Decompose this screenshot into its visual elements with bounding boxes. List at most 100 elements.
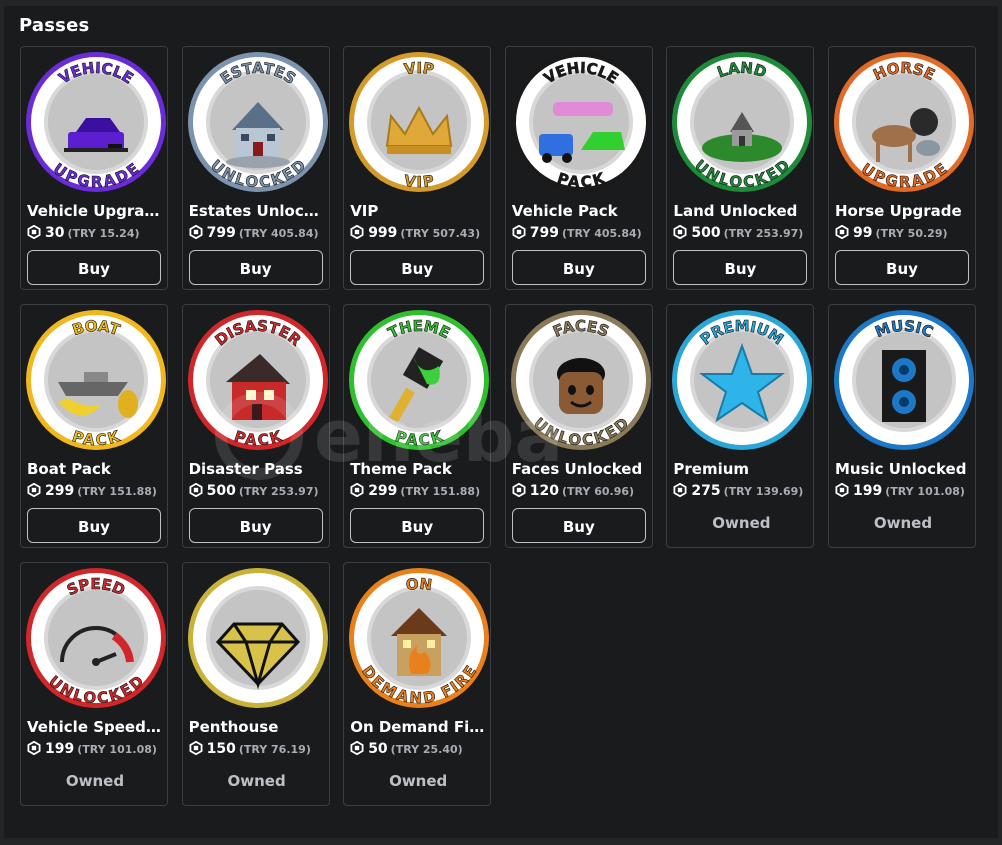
pass-badge-image: PREMIUM: [672, 310, 813, 450]
robux-icon: [189, 225, 203, 239]
pass-badge-image: LAND UNLOCKED: [672, 52, 813, 192]
local-price: (TRY 25.40): [390, 743, 463, 756]
robux-icon: [835, 483, 849, 497]
owned-label: Owned: [227, 772, 286, 790]
robux-amount: 199: [853, 483, 883, 499]
robux-icon: [27, 483, 41, 497]
pass-price: 299 (TRY 151.88): [27, 483, 157, 499]
local-price: (TRY 151.88): [400, 485, 481, 498]
buy-button[interactable]: Buy: [835, 250, 969, 285]
pass-price: 799 (TRY 405.84): [512, 225, 642, 241]
pass-name[interactable]: VIP: [350, 202, 486, 220]
buy-button[interactable]: Buy: [350, 508, 485, 543]
pass-card-music-unlocked[interactable]: MUSIC Music Unlocked 199 (TRY 101.08) Owned: [828, 304, 976, 548]
pass-name[interactable]: Vehicle Pack: [512, 202, 648, 220]
pass-badge-image: SPEED UNLOCKED: [26, 568, 166, 708]
buy-button[interactable]: Buy: [511, 250, 646, 285]
robux-icon: [673, 483, 687, 497]
pass-badge-image: THEME PACK: [349, 310, 490, 450]
pass-card-vip[interactable]: VIP VIP VIP 999 (TRY 507.43) Buy: [343, 46, 492, 290]
robux-amount: 275: [691, 483, 721, 499]
pass-name[interactable]: Estates Unlocked: [189, 202, 325, 220]
robux-amount: 150: [206, 741, 236, 757]
pass-name[interactable]: Penthouse: [189, 718, 325, 736]
pass-card-disaster-pass[interactable]: DISASTER PACK Disaster Pass 500 (TRY 253.9…: [181, 304, 330, 548]
buy-button[interactable]: Buy: [27, 250, 161, 285]
local-price: (TRY 253.97): [723, 227, 804, 240]
pass-name[interactable]: Vehicle Speed U...: [27, 718, 163, 736]
robux-icon: [27, 225, 41, 239]
pass-badge-image: HORSE UPGRADE: [834, 52, 974, 192]
local-price: (TRY 151.88): [77, 485, 157, 498]
pass-name[interactable]: Boat Pack: [27, 460, 163, 478]
pass-badge-image: FACES UNLOCKED: [510, 310, 651, 450]
owned-label: Owned: [712, 514, 771, 532]
avatar-face-icon: [556, 358, 605, 414]
owned-label: Owned: [873, 514, 933, 532]
pass-card-theme-pack[interactable]: THEME PACK Theme Pack 299 (TRY 151.88) Buy: [343, 304, 492, 548]
robux-icon: [350, 483, 364, 497]
robux-amount: 799: [529, 225, 560, 241]
pass-name[interactable]: Vehicle Upgrade: [27, 202, 163, 220]
robux-icon: [189, 483, 203, 497]
pass-price: 275 (TRY 139.69): [673, 483, 803, 499]
robux-icon: [512, 483, 526, 497]
pass-name[interactable]: Land Unlocked: [673, 202, 809, 220]
pass-name[interactable]: Music Unlocked: [835, 460, 971, 478]
pass-badge-image: BOAT PACK: [26, 310, 166, 450]
passes-panel: Passes VEHICLE UPGRADE Vehicle Upgrade 30…: [4, 6, 998, 838]
buy-button[interactable]: Buy: [188, 508, 323, 543]
section-title: Passes: [19, 15, 90, 36]
pass-card-boat-pack[interactable]: BOAT PACK Boat Pack 299 (TRY 151.88) Buy: [20, 304, 168, 548]
pass-card-land-unlocked[interactable]: LAND UNLOCKED Land Unlocked 500 (TRY 253.9…: [666, 46, 815, 290]
pass-card-vehicle-speed-u[interactable]: SPEED UNLOCKED Vehicle Speed U... 199(TRY…: [20, 562, 168, 806]
pass-price: 999 (TRY 507.43): [350, 225, 480, 241]
pass-card-faces-unlocked[interactable]: FACES UNLOCKED Faces Unlocked 120 (TRY 60.…: [504, 304, 653, 548]
passes-grid: VEHICLE UPGRADE Vehicle Upgrade 30 (TRY 15…: [20, 46, 990, 806]
robux-amount: 500: [691, 225, 721, 241]
robux-icon: [512, 225, 526, 239]
local-price: (TRY 50.29): [875, 227, 948, 240]
robux-icon: [189, 741, 203, 755]
local-price: (TRY 76.19): [238, 743, 311, 756]
local-price: (TRY 405.84): [562, 227, 642, 240]
buy-button[interactable]: Buy: [188, 250, 323, 285]
pass-name[interactable]: Faces Unlocked: [512, 460, 648, 478]
pass-card-premium[interactable]: PREMIUM Premium 275 (TRY 139.69) Owned: [666, 304, 815, 548]
pass-card-vehicle-upgrade[interactable]: VEHICLE UPGRADE Vehicle Upgrade 30 (TRY 15…: [20, 46, 168, 290]
robux-amount: 799: [206, 225, 236, 241]
owned-label: Owned: [389, 772, 448, 790]
pass-name[interactable]: Disaster Pass: [189, 460, 325, 478]
pass-name[interactable]: Theme Pack: [350, 460, 486, 478]
pass-card-horse-upgrade[interactable]: HORSE UPGRADE Horse Upgrade 99 (TRY 50.29)…: [828, 46, 976, 290]
pass-card-estates-unlocked[interactable]: ESTATES UNLOCKED Estates Unlocked 799 (TRY…: [181, 46, 330, 290]
speaker-icon: [882, 350, 926, 422]
buy-button[interactable]: Buy: [511, 508, 646, 543]
pass-badge-image: VEHICLE PACK: [510, 52, 651, 192]
robux-icon: [350, 225, 364, 239]
pass-name[interactable]: Horse Upgrade: [835, 202, 971, 220]
local-price: (TRY 101.08): [885, 485, 965, 498]
local-price: (TRY 139.69): [723, 485, 804, 498]
robux-amount: 999: [368, 225, 398, 241]
pass-card-on-demand-fire[interactable]: ON DEMAND FIRE On Demand Fire 50 (TRY 25.4…: [343, 562, 492, 806]
robux-icon: [673, 225, 687, 239]
pass-name[interactable]: Premium: [673, 460, 809, 478]
pass-card-penthouse[interactable]: Penthouse 150 (TRY 76.19) Owned: [181, 562, 330, 806]
pass-price: 120 (TRY 60.96): [512, 483, 634, 499]
pass-price: 50 (TRY 25.40): [350, 741, 463, 757]
pass-name[interactable]: On Demand Fire: [350, 718, 486, 736]
buy-button[interactable]: Buy: [673, 250, 808, 285]
pass-badge-image: VIP VIP: [349, 52, 490, 192]
local-price: (TRY 507.43): [400, 227, 481, 240]
pass-badge-image: DISASTER PACK: [187, 310, 328, 450]
robux-amount: 120: [529, 483, 560, 499]
pass-price: 199 (TRY 101.08): [27, 741, 157, 757]
buy-button[interactable]: Buy: [27, 508, 161, 543]
robux-amount: 50: [368, 741, 388, 757]
pass-card-vehicle-pack[interactable]: VEHICLE PACK Vehicle Pack 799 (TRY 405.84)…: [504, 46, 653, 290]
local-price: (TRY 253.97): [238, 485, 319, 498]
local-price: (TRY 15.24): [67, 227, 140, 240]
buy-button[interactable]: Buy: [350, 250, 485, 285]
pass-price: 500 (TRY 253.97): [189, 483, 319, 499]
